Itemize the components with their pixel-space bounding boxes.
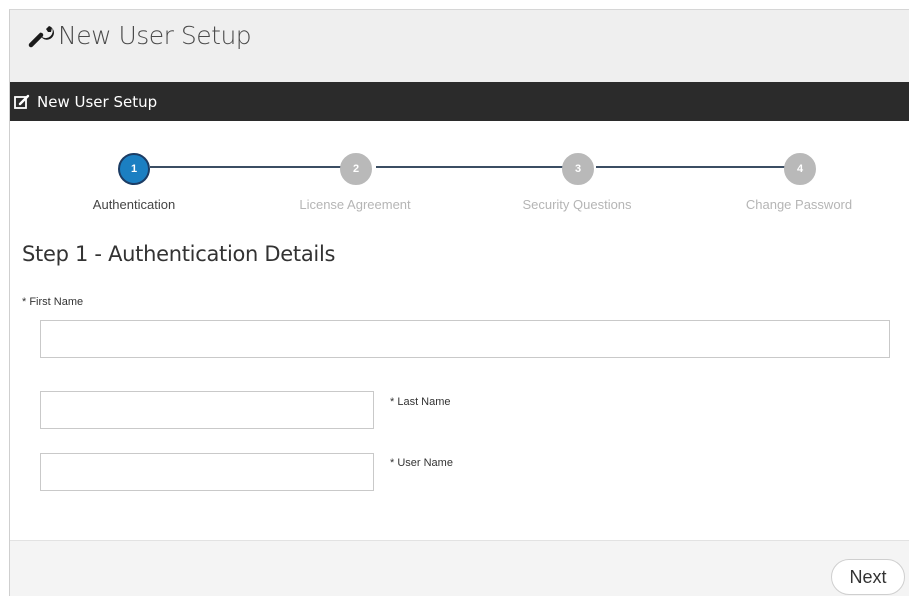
step-heading: Step 1 - Authentication Details [22,242,336,266]
step-connector [376,166,566,168]
step-connector [596,166,788,168]
step-number: 1 [130,163,138,175]
wrench-icon [28,23,54,49]
step-4-indicator[interactable]: 4 [784,153,816,185]
step-number: 4 [796,163,804,175]
next-button[interactable]: Next [831,559,905,595]
step-4-label: Change Password [745,197,853,212]
user-name-label: * User Name [390,457,453,469]
step-number: 3 [574,163,582,175]
last-name-label: * Last Name [390,396,451,408]
form-footer: Next [10,540,909,596]
page-title-group: New User Setup [28,21,252,50]
page-header: New User Setup [10,10,909,82]
step-1-label: Authentication [92,197,176,212]
last-name-input[interactable] [40,391,374,429]
panel-title-bar: New User Setup [10,82,909,121]
app-frame: New User Setup New User Setup 1 2 3 4 Au… [9,9,909,596]
edit-icon [13,93,31,111]
wizard-steps: 1 2 3 4 Authentication License Agreement… [10,121,909,221]
step-connector [150,166,362,168]
page-title: New User Setup [58,21,252,50]
step-3-label: Security Questions [522,197,632,212]
step-2-label: License Agreement [299,197,411,212]
panel-title: New User Setup [37,92,158,111]
first-name-input[interactable] [40,320,890,358]
step-3-indicator[interactable]: 3 [562,153,594,185]
user-name-input[interactable] [40,453,374,491]
step-number: 2 [352,163,360,175]
step-1-indicator[interactable]: 1 [118,153,150,185]
step-2-indicator[interactable]: 2 [340,153,372,185]
first-name-label: * First Name [22,296,84,308]
